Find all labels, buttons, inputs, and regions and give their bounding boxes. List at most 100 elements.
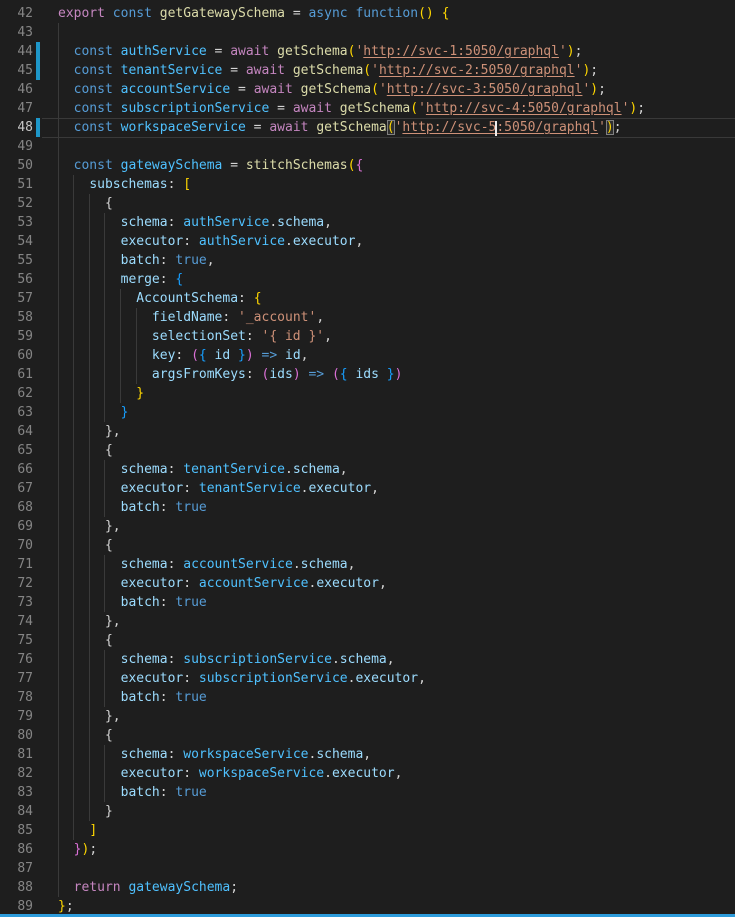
code-token <box>58 310 152 325</box>
code-token: : <box>238 291 254 306</box>
code-text: const workspaceService = await getSchema… <box>58 118 622 137</box>
code-token: { <box>58 538 113 553</box>
indent-guide <box>58 23 59 42</box>
line-number: 46 <box>0 80 33 99</box>
code-line[interactable]: 78 batch: true <box>0 688 735 707</box>
code-line[interactable]: 60 key: ({ id }) => id, <box>0 346 735 365</box>
code-line[interactable]: 58 fieldName: '_account', <box>0 308 735 327</box>
code-line[interactable]: 68 batch: true <box>0 498 735 517</box>
code-line[interactable]: 49 <box>0 137 735 156</box>
code-line[interactable]: 75 { <box>0 631 735 650</box>
code-text: } <box>58 403 128 422</box>
code-line[interactable]: 52 { <box>0 194 735 213</box>
code-line[interactable]: 48 const workspaceService = await getSch… <box>0 118 735 137</box>
code-line[interactable]: 86 }); <box>0 840 735 859</box>
git-modified-indicator[interactable] <box>36 118 40 137</box>
code-token: () <box>418 6 434 21</box>
code-line[interactable]: 45 const tenantService = await getSchema… <box>0 61 735 80</box>
code-token: : <box>246 367 262 382</box>
code-text: selectionSet: '{ id }', <box>58 327 332 346</box>
code-token: = <box>285 6 308 21</box>
code-line[interactable]: 79 }, <box>0 707 735 726</box>
code-line[interactable]: 73 batch: true <box>0 593 735 612</box>
code-line[interactable]: 88 return gatewaySchema; <box>0 878 735 897</box>
code-token <box>58 880 74 895</box>
code-line[interactable]: 50 const gatewaySchema = stitchSchemas({ <box>0 156 735 175</box>
code-line[interactable]: 42export const getGatewaySchema = async … <box>0 4 735 23</box>
code-line[interactable]: 70 { <box>0 536 735 555</box>
code-line[interactable]: 43 <box>0 23 735 42</box>
code-line[interactable]: 64 }, <box>0 422 735 441</box>
code-line[interactable]: 62 } <box>0 384 735 403</box>
line-number: 62 <box>0 384 33 403</box>
code-line[interactable]: 53 schema: authService.schema, <box>0 213 735 232</box>
code-token: { <box>355 158 363 173</box>
code-token: executor <box>308 481 371 496</box>
code-line[interactable]: 74 }, <box>0 612 735 631</box>
code-token: batch <box>121 500 160 515</box>
code-token: { <box>58 728 113 743</box>
code-line[interactable]: 55 batch: true, <box>0 251 735 270</box>
code-line[interactable]: 82 executor: workspaceService.executor, <box>0 764 735 783</box>
code-line[interactable]: 87 <box>0 859 735 878</box>
code-token: export <box>58 6 105 21</box>
code-line[interactable]: 44 const authService = await getSchema('… <box>0 42 735 61</box>
code-line[interactable]: 51 subschemas: [ <box>0 175 735 194</box>
code-token: getGatewaySchema <box>160 6 285 21</box>
code-line[interactable]: 80 { <box>0 726 735 745</box>
code-token: : <box>183 671 199 686</box>
code-token: ' <box>598 120 606 135</box>
code-line[interactable]: 85 ] <box>0 821 735 840</box>
code-token <box>207 348 215 363</box>
code-line[interactable]: 81 schema: workspaceService.schema, <box>0 745 735 764</box>
code-line[interactable]: 76 schema: subscriptionService.schema, <box>0 650 735 669</box>
code-line[interactable]: 63 } <box>0 403 735 422</box>
code-token: schema <box>277 215 324 230</box>
git-modified-indicator[interactable] <box>36 42 40 61</box>
code-line[interactable]: 61 argsFromKeys: (ids) => ({ ids }) <box>0 365 735 384</box>
code-editor[interactable]: 42export const getGatewaySchema = async … <box>0 4 735 916</box>
code-token: stitchSchemas <box>246 158 348 173</box>
code-line[interactable]: 56 merge: { <box>0 270 735 289</box>
code-token: argsFromKeys <box>152 367 246 382</box>
code-token: ; <box>590 63 598 78</box>
code-token <box>113 82 121 97</box>
code-token: }, <box>58 424 121 439</box>
code-text: executor: subscriptionService.executor, <box>58 669 426 688</box>
code-token: '{ id }' <box>262 329 325 344</box>
code-line[interactable]: 66 schema: tenantService.schema, <box>0 460 735 479</box>
code-token: const <box>58 63 113 78</box>
code-line[interactable]: 69 }, <box>0 517 735 536</box>
line-number: 77 <box>0 669 33 688</box>
code-token: http://svc-5 <box>402 120 496 135</box>
code-line[interactable]: 67 executor: tenantService.executor, <box>0 479 735 498</box>
code-line[interactable]: 46 const accountService = await getSchem… <box>0 80 735 99</box>
code-line[interactable]: 71 schema: accountService.schema, <box>0 555 735 574</box>
code-line[interactable]: 47 const subscriptionService = await get… <box>0 99 735 118</box>
code-token: await <box>293 101 332 116</box>
code-text: batch: true <box>58 783 207 802</box>
code-text: const tenantService = await getSchema('h… <box>58 61 598 80</box>
code-text: schema: tenantService.schema, <box>58 460 348 479</box>
code-text: }, <box>58 422 121 441</box>
code-line[interactable]: 57 AccountSchema: { <box>0 289 735 308</box>
code-token: schema <box>293 462 340 477</box>
code-token: authService <box>121 44 207 59</box>
code-line[interactable]: 83 batch: true <box>0 783 735 802</box>
text-cursor <box>495 121 497 136</box>
code-line[interactable]: 59 selectionSet: '{ id }', <box>0 327 735 346</box>
code-token: : <box>222 310 238 325</box>
code-line[interactable]: 72 executor: accountService.executor, <box>0 574 735 593</box>
code-text: { <box>58 536 113 555</box>
code-line[interactable]: 54 executor: authService.executor, <box>0 232 735 251</box>
code-token: ; <box>230 880 238 895</box>
git-modified-indicator[interactable] <box>36 61 40 80</box>
code-token <box>379 367 387 382</box>
code-line[interactable]: 77 executor: subscriptionService.executo… <box>0 669 735 688</box>
line-number: 58 <box>0 308 33 327</box>
code-text: batch: true <box>58 498 207 517</box>
code-line[interactable]: 84 } <box>0 802 735 821</box>
code-token: : <box>160 272 176 287</box>
code-line[interactable]: 65 { <box>0 441 735 460</box>
code-token: , <box>324 329 332 344</box>
